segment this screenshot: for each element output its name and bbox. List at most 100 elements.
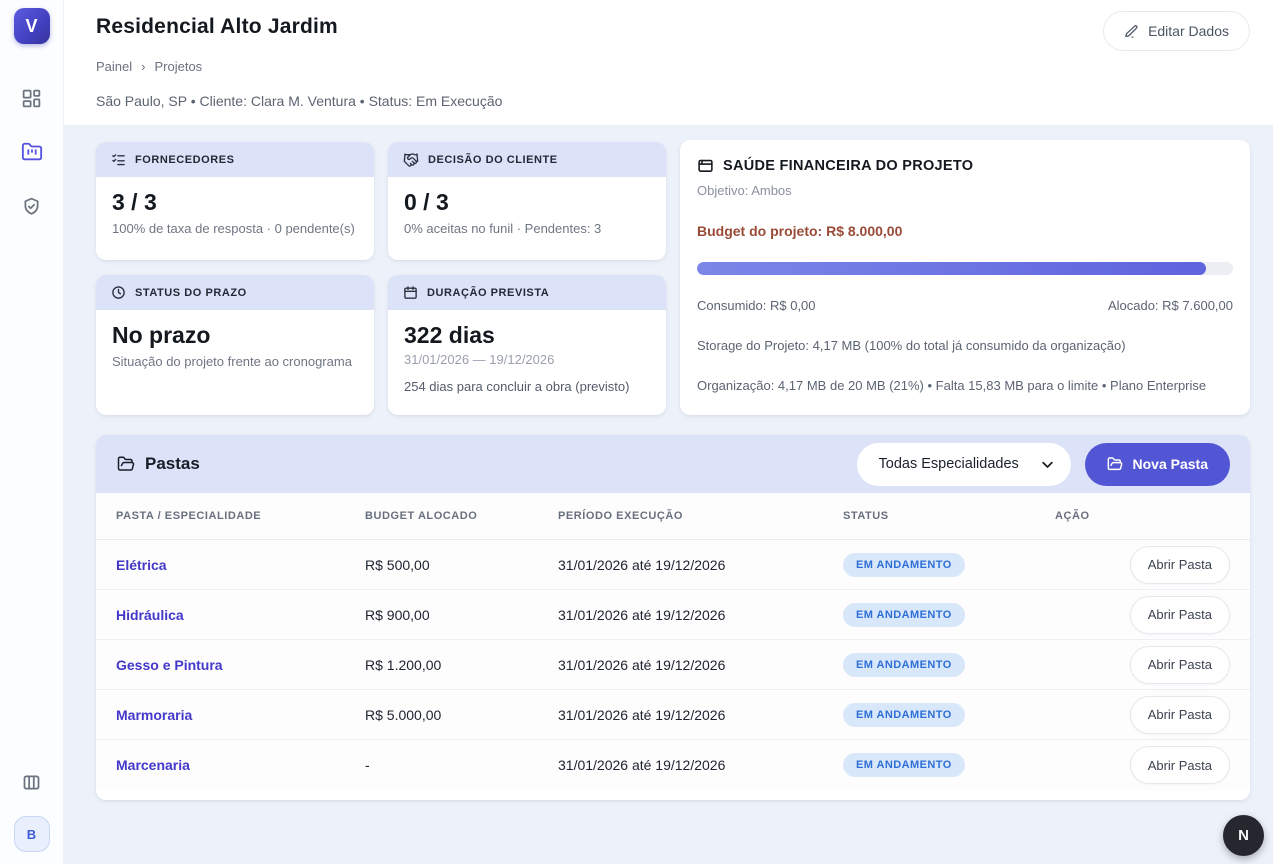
card-duracao-header: DURAÇÃO PREVISTA	[388, 275, 666, 310]
budget-progress-fill	[697, 262, 1206, 275]
open-folder-button[interactable]: Abrir Pasta	[1130, 746, 1230, 784]
budget-cell: R$ 5.000,00	[365, 707, 558, 723]
budget-cell: R$ 900,00	[365, 607, 558, 623]
breadcrumb: Painel › Projetos	[96, 59, 202, 74]
table-header-row: PASTA / ESPECIALIDADE BUDGET ALOCADO PER…	[96, 493, 1250, 540]
card-fornecedores-header: FORNECEDORES	[96, 142, 374, 177]
financial-title: SAÚDE FINANCEIRA DO PROJETO	[723, 158, 973, 174]
open-folder-button[interactable]: Abrir Pasta	[1130, 596, 1230, 634]
folder-name-link[interactable]: Hidráulica	[116, 607, 365, 623]
folder-name-link[interactable]: Marcenaria	[116, 757, 365, 773]
table-body: Elétrica R$ 500,00 31/01/2026 até 19/12/…	[96, 540, 1250, 790]
period-cell: 31/01/2026 até 19/12/2026	[558, 607, 843, 623]
clock-icon	[111, 285, 126, 300]
new-folder-button[interactable]: Nova Pasta	[1085, 443, 1230, 486]
folders-header: Pastas Todas Especialidades Nova Pasta	[96, 435, 1250, 493]
checklist-icon	[111, 152, 126, 167]
fornecedores-subtitle: 100% de taxa de resposta · 0 pendente(s)	[112, 221, 358, 236]
card-prazo-header: STATUS DO PRAZO	[96, 275, 374, 310]
card-fornecedores-title: FORNECEDORES	[135, 154, 235, 166]
breadcrumb-projetos[interactable]: Projetos	[154, 59, 202, 74]
page-header: Residencial Alto Jardim Painel › Projeto…	[64, 0, 1273, 125]
specialty-filter-select[interactable]: Todas Especialidades	[857, 443, 1071, 486]
main-content: Residencial Alto Jardim Painel › Projeto…	[64, 0, 1273, 864]
duracao-value: 322 dias	[404, 322, 650, 349]
new-folder-icon	[1107, 456, 1123, 472]
shield-check-icon[interactable]	[20, 194, 44, 218]
card-duracao-title: DURAÇÃO PREVISTA	[427, 287, 549, 299]
new-folder-label: Nova Pasta	[1133, 456, 1208, 472]
financial-consumed: Consumido: R$ 0,00	[697, 298, 816, 313]
user-avatar[interactable]: B	[14, 816, 50, 852]
period-cell: 31/01/2026 até 19/12/2026	[558, 757, 843, 773]
col-periodo: PERÍODO EXECUÇÃO	[558, 510, 843, 522]
folder-name-link[interactable]: Marmoraria	[116, 707, 365, 723]
wallet-icon	[697, 157, 714, 174]
dashboard-grid-icon[interactable]	[20, 86, 44, 110]
breadcrumb-separator: ›	[141, 59, 145, 74]
open-folder-button[interactable]: Abrir Pasta	[1130, 646, 1230, 684]
page-title: Residencial Alto Jardim	[96, 15, 338, 39]
app-logo[interactable]: V	[14, 8, 50, 44]
decisao-value: 0 / 3	[404, 189, 650, 216]
col-pasta: PASTA / ESPECIALIDADE	[116, 510, 365, 522]
app-logo-letter: V	[25, 16, 37, 37]
table-row: Hidráulica R$ 900,00 31/01/2026 até 19/1…	[96, 590, 1250, 640]
financial-storage: Storage do Projeto: 4,17 MB (100% do tot…	[697, 338, 1233, 353]
project-subtitle: São Paulo, SP • Cliente: Clara M. Ventur…	[96, 93, 502, 109]
card-decisao-header: DECISÃO DO CLIENTE	[388, 142, 666, 177]
columns-icon[interactable]	[20, 770, 44, 794]
folders-table: PASTA / ESPECIALIDADE BUDGET ALOCADO PER…	[96, 493, 1250, 790]
sidebar-nav	[20, 86, 44, 218]
card-duracao-prevista: DURAÇÃO PREVISTA 322 dias 31/01/2026 — 1…	[388, 275, 666, 415]
period-cell: 31/01/2026 até 19/12/2026	[558, 557, 843, 573]
user-avatar-letter: B	[27, 827, 36, 842]
card-saude-financeira: SAÚDE FINANCEIRA DO PROJETO Objetivo: Am…	[680, 140, 1250, 415]
folder-name-link[interactable]: Elétrica	[116, 557, 365, 573]
prazo-value: No prazo	[112, 322, 358, 349]
edit-data-label: Editar Dados	[1148, 23, 1229, 39]
prazo-subtitle: Situação do projeto frente ao cronograma	[112, 354, 358, 369]
period-cell: 31/01/2026 até 19/12/2026	[558, 707, 843, 723]
folders-title: Pastas	[145, 454, 200, 474]
sidebar-bottom: B	[14, 770, 50, 852]
budget-progress-bar	[697, 262, 1233, 275]
floating-n-button[interactable]: N	[1223, 815, 1264, 856]
calendar-icon	[403, 285, 418, 300]
breadcrumb-painel[interactable]: Painel	[96, 59, 132, 74]
card-prazo-title: STATUS DO PRAZO	[135, 287, 247, 299]
card-decisao-title: DECISÃO DO CLIENTE	[428, 154, 558, 166]
status-badge: EM ANDAMENTO	[843, 553, 965, 577]
folder-name-link[interactable]: Gesso e Pintura	[116, 657, 365, 673]
col-status: STATUS	[843, 510, 1055, 522]
status-badge: EM ANDAMENTO	[843, 703, 965, 727]
sidebar: V B	[0, 0, 64, 864]
folder-open-icon	[117, 455, 135, 473]
financial-objective: Objetivo: Ambos	[697, 183, 1233, 198]
col-budget: BUDGET ALOCADO	[365, 510, 558, 522]
budget-cell: -	[365, 757, 558, 773]
open-folder-button[interactable]: Abrir Pasta	[1130, 696, 1230, 734]
edit-data-button[interactable]: Editar Dados	[1103, 11, 1250, 51]
budget-cell: R$ 1.200,00	[365, 657, 558, 673]
financial-organization: Organização: 4,17 MB de 20 MB (21%) • Fa…	[697, 378, 1233, 393]
open-folder-button[interactable]: Abrir Pasta	[1130, 546, 1230, 584]
table-row: Gesso e Pintura R$ 1.200,00 31/01/2026 a…	[96, 640, 1250, 690]
period-cell: 31/01/2026 até 19/12/2026	[558, 657, 843, 673]
status-badge: EM ANDAMENTO	[843, 603, 965, 627]
table-row: Marcenaria - 31/01/2026 até 19/12/2026 E…	[96, 740, 1250, 790]
col-acao: AÇÃO	[1055, 510, 1230, 522]
table-row: Marmoraria R$ 5.000,00 31/01/2026 até 19…	[96, 690, 1250, 740]
status-badge: EM ANDAMENTO	[843, 653, 965, 677]
financial-budget: Budget do projeto: R$ 8.000,00	[697, 223, 1233, 239]
projects-folder-icon[interactable]	[20, 140, 44, 164]
duracao-extra: 254 dias para concluir a obra (previsto)	[404, 379, 650, 394]
financial-allocated: Alocado: R$ 7.600,00	[1108, 298, 1233, 313]
handshake-icon	[403, 152, 419, 168]
card-decisao-cliente: DECISÃO DO CLIENTE 0 / 3 0% aceitas no f…	[388, 142, 666, 260]
budget-cell: R$ 500,00	[365, 557, 558, 573]
decisao-subtitle: 0% aceitas no funil · Pendentes: 3	[404, 221, 650, 236]
pencil-icon	[1124, 24, 1139, 39]
fornecedores-value: 3 / 3	[112, 189, 358, 216]
status-badge: EM ANDAMENTO	[843, 753, 965, 777]
